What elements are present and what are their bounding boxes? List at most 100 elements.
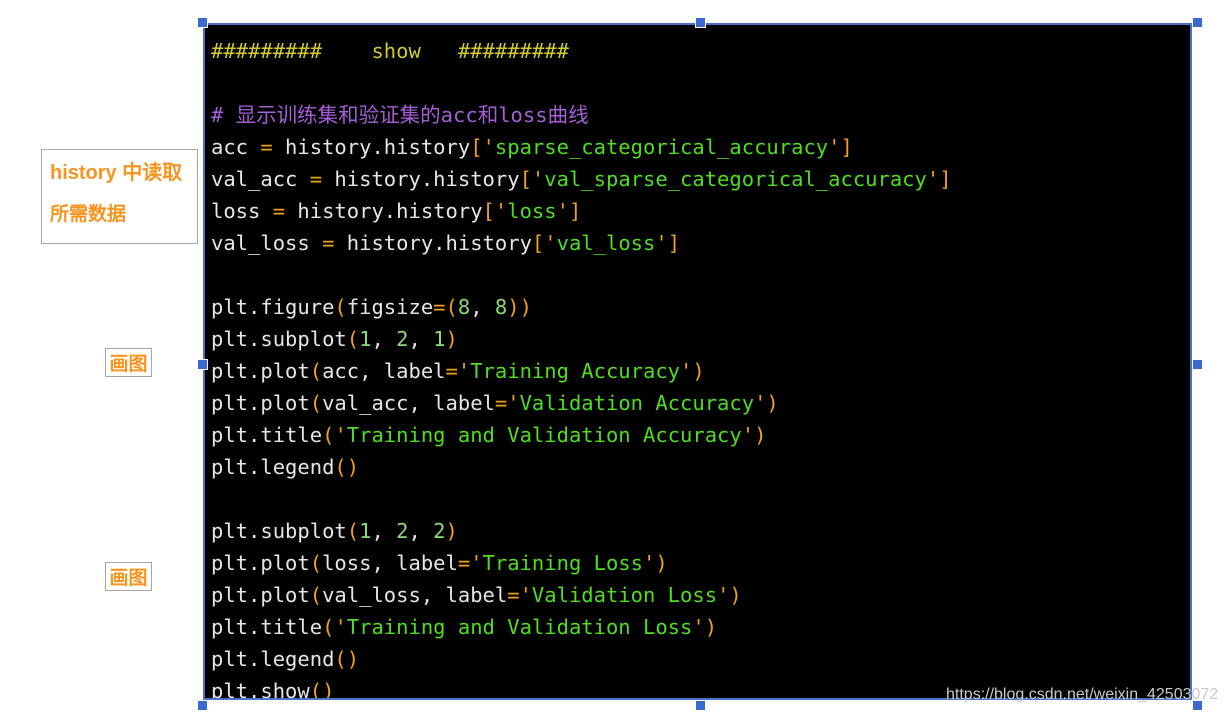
code-token: val_loss xyxy=(556,231,656,255)
resize-handle-bottom-left[interactable] xyxy=(197,700,208,711)
resize-handle-middle-right[interactable] xyxy=(1192,359,1203,370)
code-token: Training and Validation Accuracy xyxy=(346,423,742,447)
code-lines: ######### show ######### # 显示训练集和验证集的acc… xyxy=(211,35,1190,700)
code-token: () xyxy=(334,647,360,671)
code-token: 8 xyxy=(457,295,471,319)
code-token: ) xyxy=(754,423,767,447)
code-token: 1 xyxy=(359,519,372,543)
code-token: 1 xyxy=(359,327,372,351)
code-token: plt.plot xyxy=(211,583,310,607)
code-token: ' xyxy=(482,135,495,159)
code-token: = xyxy=(507,583,520,607)
code-token: plt.plot xyxy=(211,551,310,575)
code-token: Training Accuracy xyxy=(470,359,681,383)
code-token: = xyxy=(494,391,508,415)
resize-handle-top-center[interactable] xyxy=(695,17,706,28)
code-token: ) xyxy=(729,583,742,607)
code-token: ( xyxy=(322,615,335,639)
code-line: plt.title('Training and Validation Loss'… xyxy=(211,611,1190,643)
resize-handle-top-right[interactable] xyxy=(1192,17,1203,28)
code-token: plt.show xyxy=(211,679,310,700)
code-token: ' xyxy=(519,583,532,607)
code-token: plt.title xyxy=(211,615,323,639)
code-token: = xyxy=(322,231,335,255)
code-token: ' xyxy=(926,167,940,191)
resize-handle-top-left[interactable] xyxy=(197,17,208,28)
code-token: Validation Accuracy xyxy=(519,391,755,415)
code-token: )) xyxy=(507,295,532,319)
code-token: ' xyxy=(692,615,705,639)
code-line: plt.plot(loss, label='Training Loss') xyxy=(211,547,1190,579)
code-token: ) xyxy=(704,615,718,639)
code-token: ' xyxy=(655,231,668,255)
selected-code-object[interactable]: ######### show ######### # 显示训练集和验证集的acc… xyxy=(197,17,1203,711)
resize-handle-bottom-center[interactable] xyxy=(695,700,706,711)
code-token: plt.legend xyxy=(211,647,335,671)
code-token: loss, label xyxy=(322,551,458,575)
code-token: ( xyxy=(309,583,323,607)
code-token: ( xyxy=(346,519,360,543)
code-line: plt.plot(acc, label='Training Accuracy') xyxy=(211,355,1190,387)
code-line: plt.plot(val_acc, label='Validation Accu… xyxy=(211,387,1190,419)
code-token: val_loss xyxy=(211,231,323,255)
code-line: plt.subplot(1, 2, 2) xyxy=(211,515,1190,547)
code-token: val_acc xyxy=(211,167,310,191)
code-line: val_loss = history.history['val_loss'] xyxy=(211,227,1190,259)
code-token: 8 xyxy=(494,295,508,319)
code-line: loss = history.history['loss'] xyxy=(211,195,1190,227)
code-token: ) xyxy=(692,359,705,383)
resize-handle-middle-left[interactable] xyxy=(197,359,208,370)
code-token: ( xyxy=(309,551,323,575)
annotation-history-line2: 所需数据 xyxy=(50,204,127,225)
code-token: sparse_categorical_accuracy xyxy=(494,135,829,159)
code-line: plt.title('Training and Validation Accur… xyxy=(211,419,1190,451)
code-token: ' xyxy=(334,615,347,639)
code-token: plt.subplot xyxy=(211,327,347,351)
code-token: val_sparse_categorical_accuracy xyxy=(544,167,927,191)
code-token: ' xyxy=(494,199,508,223)
code-block: ######### show ######### # 显示训练集和验证集的acc… xyxy=(203,23,1192,700)
code-token: loss xyxy=(507,199,557,223)
code-token: ( xyxy=(309,359,323,383)
code-token: ) xyxy=(445,519,458,543)
code-token: ' xyxy=(470,551,483,575)
code-token: () xyxy=(309,679,335,700)
code-token: ) xyxy=(766,391,779,415)
code-token: ######### show ######### xyxy=(211,39,569,63)
code-token: , xyxy=(371,327,397,351)
code-token: = xyxy=(272,199,286,223)
code-token: ( xyxy=(334,295,347,319)
code-token: , xyxy=(408,519,434,543)
code-token: plt.plot xyxy=(211,359,310,383)
code-token: ] xyxy=(667,231,681,255)
code-token: ' xyxy=(754,391,767,415)
code-token: ) xyxy=(445,327,458,351)
code-token: ' xyxy=(717,583,730,607)
code-token: ' xyxy=(643,551,656,575)
code-line: # 显示训练集和验证集的acc和loss曲线 xyxy=(211,99,1190,131)
code-token: plt.legend xyxy=(211,455,335,479)
code-token: Training Loss xyxy=(482,551,643,575)
code-token: 2 xyxy=(396,519,409,543)
code-token: = xyxy=(260,135,273,159)
code-token: ' xyxy=(828,135,841,159)
code-token: plt.plot xyxy=(211,391,310,415)
code-line: plt.subplot(1, 2, 1) xyxy=(211,323,1190,355)
annotation-box-history: history 中读取 所需数据 xyxy=(41,149,198,244)
code-token: val_acc, label xyxy=(322,391,495,415)
code-token: ' xyxy=(334,423,347,447)
code-token: plt.figure xyxy=(211,295,335,319)
annotation-box-draw-2: 画图 xyxy=(105,562,152,591)
code-token: ' xyxy=(680,359,693,383)
code-line: acc = history.history['sparse_categorica… xyxy=(211,131,1190,163)
annotation-history-line1: history 中读取 xyxy=(50,162,183,184)
code-token: [ xyxy=(482,199,495,223)
code-token: = xyxy=(457,551,471,575)
code-token: =( xyxy=(433,295,458,319)
code-token: ] xyxy=(568,199,582,223)
code-token: history.history xyxy=(322,167,520,191)
code-token: history.history xyxy=(285,199,483,223)
code-token: ( xyxy=(322,423,335,447)
code-token: ( xyxy=(346,327,360,351)
